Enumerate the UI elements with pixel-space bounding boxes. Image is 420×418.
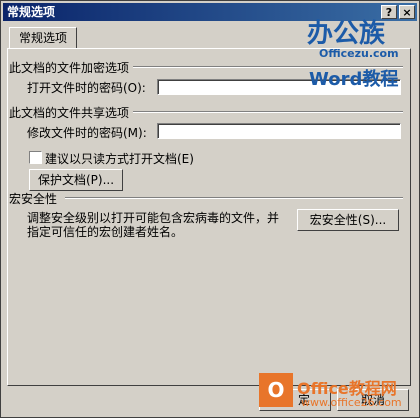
general-options-dialog: 常规选项 ? × 常规选项 此文档的文件加密选项 打开文件时的密码(O): 此文… bbox=[0, 0, 420, 418]
share-separator bbox=[133, 111, 403, 113]
watermark-logo-top: 办公族 bbox=[307, 19, 386, 49]
modify-password-label: 修改文件时的密码(M): bbox=[27, 126, 147, 140]
macro-description-line2: 指定可信任的宏创建者姓名。 bbox=[27, 225, 184, 239]
open-password-label: 打开文件时的密码(O): bbox=[27, 81, 146, 95]
protect-document-button[interactable]: 保护文档(P)... bbox=[29, 169, 123, 191]
share-section-title: 此文档的文件共享选项 bbox=[9, 106, 130, 120]
watermark-logo-top-url: Officezu.com bbox=[319, 47, 399, 60]
macro-separator bbox=[65, 197, 403, 199]
encrypt-section-title: 此文档的文件加密选项 bbox=[9, 61, 130, 75]
macro-security-button[interactable]: 宏安全性(S)... bbox=[297, 209, 399, 231]
tab-general-options[interactable]: 常规选项 bbox=[9, 27, 77, 49]
readonly-label[interactable]: 建议以只读方式打开文档(E) bbox=[45, 150, 194, 167]
modify-password-field[interactable] bbox=[157, 123, 401, 139]
watermark-logo-top-subtitle: Word教程 bbox=[309, 69, 399, 90]
office-logo-icon: O bbox=[259, 373, 293, 407]
window-title: 常规选项 bbox=[7, 5, 56, 19]
macro-section-title: 宏安全性 bbox=[9, 192, 58, 206]
readonly-checkbox[interactable] bbox=[29, 151, 42, 164]
close-button[interactable]: × bbox=[399, 5, 415, 19]
watermark-bottom-url: www.office26.com bbox=[301, 396, 402, 409]
